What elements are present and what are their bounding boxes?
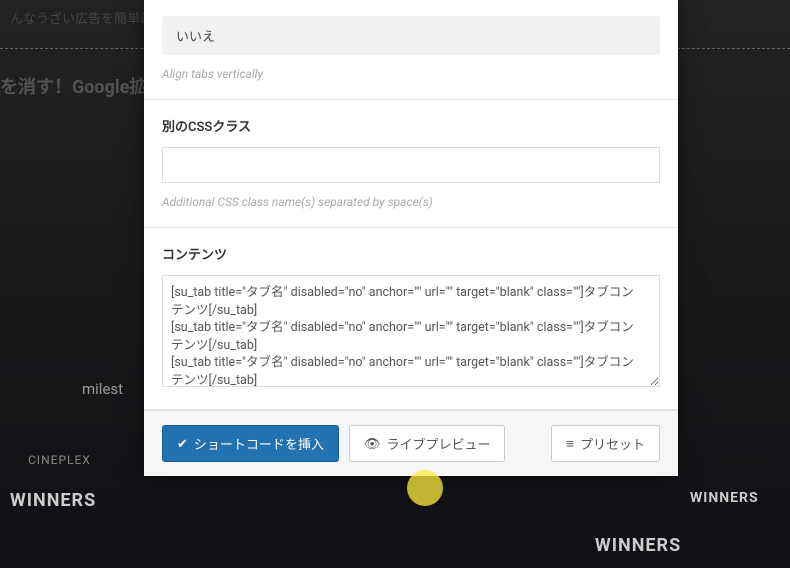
align-tabs-section: いいえ Align tabs vertically — [144, 0, 678, 100]
shortcode-modal: いいえ Align tabs vertically 別のCSSクラス Addit… — [144, 0, 678, 476]
css-class-input[interactable] — [162, 147, 660, 183]
bg-winners-far-right: WINNERS — [690, 490, 759, 506]
bg-milestone-text: milest — [82, 380, 123, 398]
insert-shortcode-button[interactable]: ✔ ショートコードを挿入 — [162, 425, 339, 462]
css-class-label: 別のCSSクラス — [162, 116, 660, 135]
content-label: コンテンツ — [162, 244, 660, 263]
eye-icon: 👁 — [364, 436, 381, 452]
align-tabs-help: Align tabs vertically — [162, 67, 660, 81]
bg-partial-text: んなうざい広告を簡単にシ — [10, 8, 166, 27]
bg-heading-text: を消す！Google拡 — [0, 73, 147, 99]
css-class-section: 別のCSSクラス Additional CSS class name(s) se… — [144, 100, 678, 228]
content-section: コンテンツ — [144, 228, 678, 410]
bg-winners-right: WINNERS — [595, 535, 681, 556]
bg-winners-left: WINNERS — [10, 490, 96, 511]
css-class-help: Additional CSS class name(s) separated b… — [162, 195, 660, 209]
bg-cineplex-text: CINEPLEX — [28, 453, 91, 467]
insert-label: ショートコードを挿入 — [194, 434, 324, 453]
preview-label: ライブプレビュー — [386, 434, 490, 453]
check-icon: ✔ — [177, 436, 188, 452]
preset-label: プリセット — [580, 434, 645, 453]
modal-footer: ✔ ショートコードを挿入 👁 ライブプレビュー ≡ プリセット — [144, 410, 678, 476]
live-preview-button[interactable]: 👁 ライブプレビュー — [349, 425, 506, 462]
preset-button[interactable]: ≡ プリセット — [551, 425, 660, 462]
menu-icon: ≡ — [566, 436, 574, 451]
content-textarea[interactable] — [162, 275, 660, 387]
align-tabs-select[interactable]: いいえ — [162, 16, 660, 55]
